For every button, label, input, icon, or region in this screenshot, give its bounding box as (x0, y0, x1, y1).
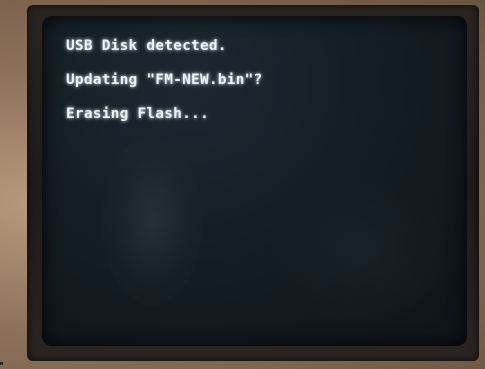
firmware-update-log: USB Disk detected. Updating "FM-NEW.bin"… (66, 38, 262, 140)
log-line-erasing: Erasing Flash... (66, 106, 209, 122)
photo: USB Disk detected. Updating "FM-NEW.bin"… (0, 0, 485, 369)
monitor-screen: USB Disk detected. Updating "FM-NEW.bin"… (42, 16, 467, 346)
screen-glare (102, 136, 202, 306)
log-line-usb-detected: USB Disk detected. (66, 38, 227, 54)
screen-reflection (272, 176, 452, 326)
log-line-updating: Updating "FM-NEW.bin"? (66, 72, 263, 88)
corner-fleck (0, 362, 3, 365)
